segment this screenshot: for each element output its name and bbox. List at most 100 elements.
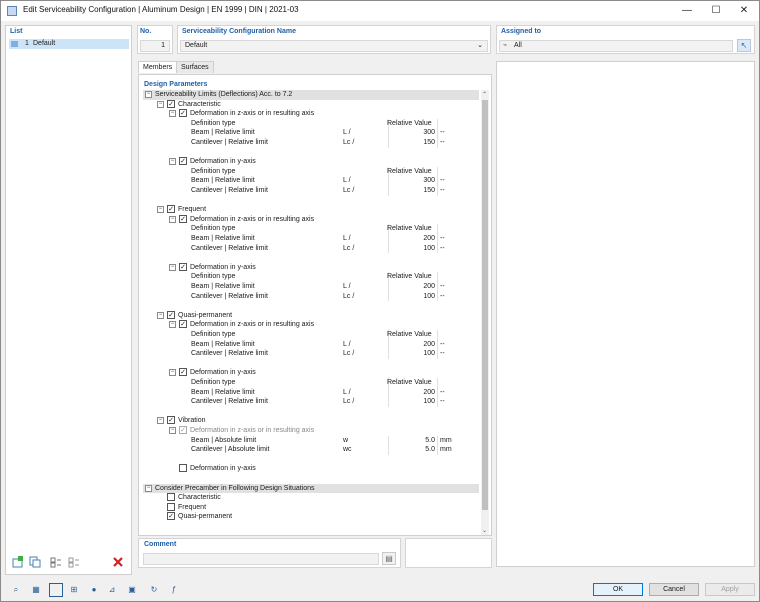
apply-button[interactable]: Apply [705,583,755,596]
checkbox[interactable] [167,493,175,502]
select-objects-icon[interactable]: ↖ [737,39,751,52]
value-cell[interactable]: 300 [388,128,438,138]
tree-node-row[interactable]: − ✓ Frequent [143,205,479,215]
parameter-row[interactable]: Beam | Relative limit L / 200 -- [143,282,479,292]
tree-node-row[interactable]: Characteristic [143,493,479,503]
value-cell[interactable]: Relative Value [387,118,438,129]
tree-node-row[interactable]: Deformation in y-axis [143,464,479,474]
collapse-icon[interactable]: − [169,369,176,377]
tree-node-row[interactable]: − ✓ Deformation in z-axis or in resulting … [143,214,479,225]
collapse-icon[interactable]: − [157,417,164,425]
assigned-field[interactable]: ⌁ All [499,40,733,52]
checkbox[interactable]: ✓ [167,310,175,319]
parameter-row[interactable]: Beam | Relative limit L / 200 -- [143,339,479,350]
properties-icon[interactable]: ⊞ [67,583,81,597]
parameter-row[interactable]: Beam | Relative limit L / 200 -- [143,387,479,398]
scroll-down-icon[interactable]: ⌄ [482,527,487,534]
tree-node-row[interactable]: − ✓ Deformation in y-axis [143,262,479,273]
collapse-icon[interactable]: − [157,100,164,108]
checkbox[interactable] [179,464,187,473]
parameter-row[interactable]: Definition type Relative Value [143,272,479,282]
value-cell[interactable]: 100 [388,291,438,302]
scroll-up-icon[interactable]: ⌃ [482,91,487,98]
value-cell[interactable]: 100 [388,349,438,359]
collapse-icon[interactable]: − [169,158,176,166]
parameter-row[interactable]: Definition type Relative Value [143,166,479,177]
tree-node-row[interactable]: − ✓ Quasi-permanent [143,310,479,321]
parameter-row[interactable]: Definition type Relative Value [143,118,479,129]
tree-node-row[interactable]: − ✓ Deformation in y-axis [143,157,479,167]
minimize-button[interactable]: — [673,1,701,21]
checkbox[interactable]: ✓ [179,320,187,329]
parameter-row[interactable]: Beam | Relative limit L / 300 -- [143,128,479,138]
value-cell[interactable]: 5.0 [388,445,438,455]
group-row[interactable]: − Serviceability Limits (Deflections) Acc… [143,90,479,100]
library-icon[interactable]: ▣ [125,583,139,597]
collapse-icon[interactable]: − [157,311,164,319]
collapse-icon[interactable]: − [169,110,176,118]
tree-node-row[interactable]: − ✓ Deformation in z-axis or in resulting … [143,426,479,436]
value-cell[interactable]: 300 [388,176,438,186]
view-icon[interactable] [49,583,63,597]
parameter-row[interactable]: Beam | Relative limit L / 300 -- [143,176,479,186]
parameter-row[interactable]: Beam | Absolute limit w 5.0 mm [143,435,479,446]
value-cell[interactable]: Relative Value [387,378,438,388]
config-name-select[interactable]: Default ⌄ [180,40,488,52]
tree-node-row[interactable]: − ✓ Characteristic [143,99,479,110]
parameter-row[interactable]: Cantilever | Relative limit Lc / 150 -- [143,186,479,196]
parameter-row[interactable]: Cantilever | Relative limit Lc / 100 -- [143,397,479,407]
info-icon[interactable]: ● [87,583,101,597]
tree-node-row[interactable]: − ✓ Vibration [143,416,479,426]
comment-input[interactable] [143,553,379,565]
check-items-icon[interactable] [49,556,63,570]
parameter-row[interactable]: Definition type Relative Value [143,330,479,340]
value-cell[interactable]: Relative Value [387,272,438,282]
value-cell[interactable]: 200 [388,387,438,398]
value-cell[interactable]: 200 [388,234,438,244]
search-icon[interactable]: ⌕ [9,583,23,597]
checkbox[interactable]: ✓ [167,205,175,214]
new-item-icon[interactable] [11,556,25,570]
parameter-row[interactable]: Cantilever | Relative limit Lc / 150 -- [143,138,479,148]
value-cell[interactable]: 150 [388,138,438,148]
parameter-row[interactable]: Definition type Relative Value [143,224,479,234]
group-row[interactable]: − Consider Precamber in Following Design … [143,483,479,494]
checkbox[interactable]: ✓ [179,368,187,377]
value-cell[interactable]: 200 [388,282,438,292]
tree-node-row[interactable]: − ✓ Deformation in z-axis or in resulting … [143,109,479,119]
comment-library-icon[interactable]: ▤ [382,552,396,565]
parameter-row[interactable]: Definition type Relative Value [143,378,479,388]
checkbox[interactable]: ✓ [167,416,175,425]
checkbox[interactable]: ✓ [179,214,187,223]
parameter-row[interactable]: Cantilever | Relative limit Lc / 100 -- [143,243,479,254]
tree-node-row[interactable]: − ✓ Deformation in z-axis or in resulting … [143,320,479,330]
checkbox[interactable]: ✓ [179,262,187,271]
parameter-row[interactable]: Cantilever | Absolute limit wc 5.0 mm [143,445,479,455]
scrollbar-thumb[interactable] [482,100,488,510]
list-item-default[interactable]: 1 Default [9,39,129,49]
tab-surfaces[interactable]: Surfaces [176,61,214,73]
parameter-row[interactable]: Cantilever | Relative limit Lc / 100 -- [143,291,479,302]
tab-members[interactable]: Members [138,61,178,73]
collapse-icon[interactable]: − [169,427,176,434]
value-cell[interactable]: 100 [388,397,438,407]
value-cell[interactable]: Relative Value [387,224,438,234]
parameter-row[interactable]: Cantilever | Relative limit Lc / 100 -- [143,349,479,359]
refresh-icon[interactable]: ↻ [147,583,161,597]
checkbox[interactable]: ✓ [179,157,187,166]
delete-icon[interactable] [111,556,125,570]
checkbox[interactable]: ✓ [179,109,187,118]
collapse-icon[interactable]: − [169,263,176,271]
ok-button[interactable]: OK [593,583,643,596]
checkbox[interactable]: ✓ [167,512,175,521]
checkbox[interactable]: ✓ [167,99,175,108]
parameter-row[interactable]: Beam | Relative limit L / 200 -- [143,234,479,244]
value-cell[interactable]: Relative Value [387,330,438,340]
value-cell[interactable]: 5.0 [388,435,438,446]
collapse-icon[interactable]: − [169,215,176,223]
units-icon[interactable]: ▦ [29,583,43,597]
copy-item-icon[interactable] [28,556,42,570]
tree-scrollbar[interactable]: ⌃ ⌄ [481,90,489,535]
maximize-button[interactable]: ☐ [702,1,730,21]
cancel-button[interactable]: Cancel [649,583,699,596]
